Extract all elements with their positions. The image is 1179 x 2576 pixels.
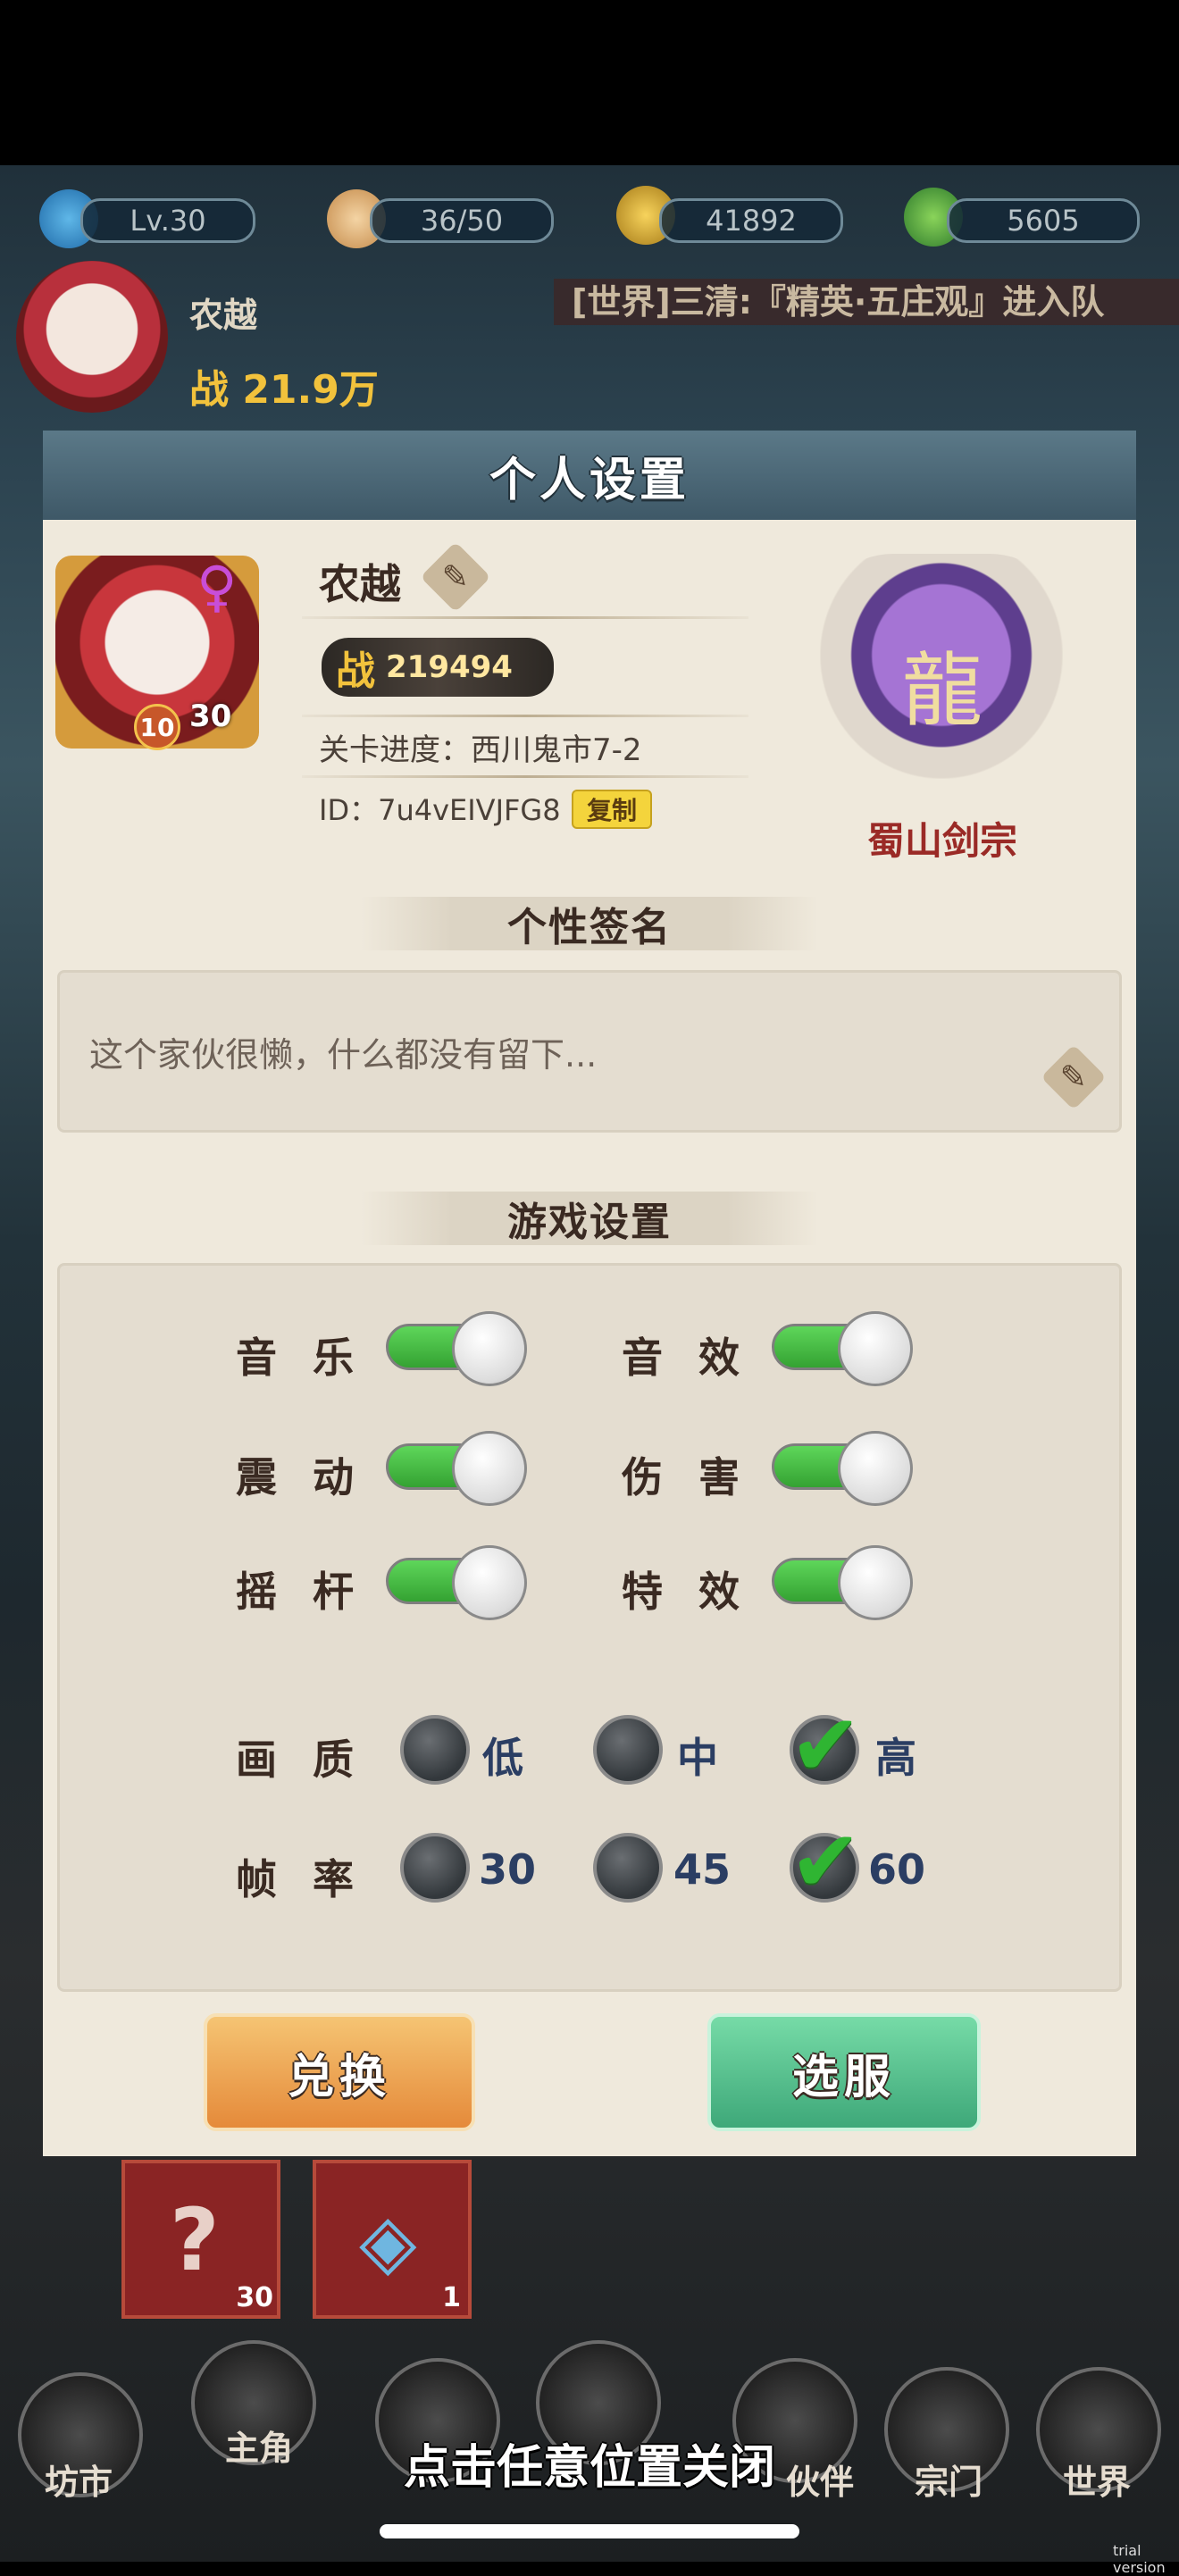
avatar-rank-badge: 10 (134, 704, 180, 750)
quality-mid-label: 中 (677, 1734, 718, 1782)
framerate-30-label: 30 (479, 1845, 537, 1894)
power-value: 219494 (386, 649, 513, 685)
joystick-label: 摇杆 (236, 1568, 389, 1616)
item-card[interactable]: ? 30 (121, 2160, 280, 2319)
damage-toggle[interactable] (772, 1431, 915, 1506)
item-card[interactable]: ◈ 1 (313, 2160, 472, 2319)
divider (302, 715, 748, 717)
watermark: trial version (1113, 2542, 1166, 2576)
stamina-display[interactable]: 36/50 (370, 198, 554, 243)
world-chat-ticker[interactable]: [世界]三清:『精英·五庄观』进入队 (554, 279, 1179, 325)
close-hint[interactable]: 点击任意位置关闭 (0, 2430, 1179, 2497)
music-label: 音乐 (236, 1334, 389, 1382)
sfx-label: 音效 (622, 1334, 775, 1382)
question-icon: ? (170, 2190, 220, 2290)
stage-progress: 关卡进度：西川鬼市7-2 (319, 732, 642, 768)
avatar-level: 30 (189, 698, 232, 734)
player-avatar[interactable] (16, 261, 168, 413)
gem-icon: ◈ (359, 2197, 417, 2285)
checkmark-icon: ✔ (790, 1695, 862, 1795)
framerate-60-label: 60 (868, 1845, 926, 1894)
female-icon: ♀ (196, 554, 238, 619)
quality-low-label: 低 (482, 1734, 523, 1782)
game-settings-header: 游戏设置 (361, 1192, 818, 1245)
effects-label: 特效 (622, 1568, 775, 1616)
framerate-45-radio[interactable] (593, 1833, 663, 1903)
quality-high-label: 高 (875, 1734, 916, 1782)
signature-text: 这个家伙很懒，什么都没有留下... (89, 1035, 598, 1075)
home-indicator[interactable] (380, 2524, 799, 2538)
select-server-button[interactable]: 选服 (707, 2013, 981, 2131)
coin-display[interactable]: 41892 (659, 198, 843, 243)
quality-mid-radio[interactable] (593, 1715, 663, 1785)
player-id: ID：7u4vEIVJFG8 (319, 793, 561, 827)
modal-header: 个人设置 (43, 431, 1136, 525)
vibration-toggle[interactable] (386, 1431, 529, 1506)
divider (302, 616, 748, 619)
power-icon: 战 (336, 648, 375, 694)
framerate-label: 帧率 (236, 1855, 389, 1903)
framerate-30-radio[interactable] (400, 1833, 470, 1903)
power-box: 战 219494 (322, 638, 554, 697)
jade-display[interactable]: 5605 (947, 198, 1140, 243)
signature-header: 个性签名 (361, 897, 818, 950)
profile-name: 农越 (319, 560, 401, 608)
sect-name: 蜀山剑宗 (866, 819, 1017, 863)
effects-toggle[interactable] (772, 1545, 915, 1620)
dragon-icon: 龍 (902, 644, 982, 738)
checkmark-icon: ✔ (790, 1811, 862, 1911)
exchange-button[interactable]: 兑换 (204, 2013, 475, 2131)
quality-label: 画质 (236, 1735, 389, 1784)
sfx-toggle[interactable] (772, 1311, 915, 1386)
item-count: 30 (236, 2282, 273, 2313)
player-power: 战 21.9万 (189, 367, 379, 413)
damage-label: 伤害 (622, 1453, 775, 1501)
joystick-toggle[interactable] (386, 1545, 529, 1620)
game-settings-panel (57, 1263, 1122, 1992)
item-count: 1 (442, 2282, 461, 2313)
music-toggle[interactable] (386, 1311, 529, 1386)
level-display: Lv.30 (80, 198, 255, 243)
player-name: 农越 (189, 296, 258, 335)
copy-id-button[interactable]: 复制 (572, 790, 652, 829)
vibration-label: 震动 (236, 1453, 389, 1501)
framerate-45-label: 45 (673, 1845, 732, 1894)
divider (302, 775, 748, 778)
quality-low-radio[interactable] (400, 1715, 470, 1785)
modal-title: 个人设置 (489, 453, 690, 507)
